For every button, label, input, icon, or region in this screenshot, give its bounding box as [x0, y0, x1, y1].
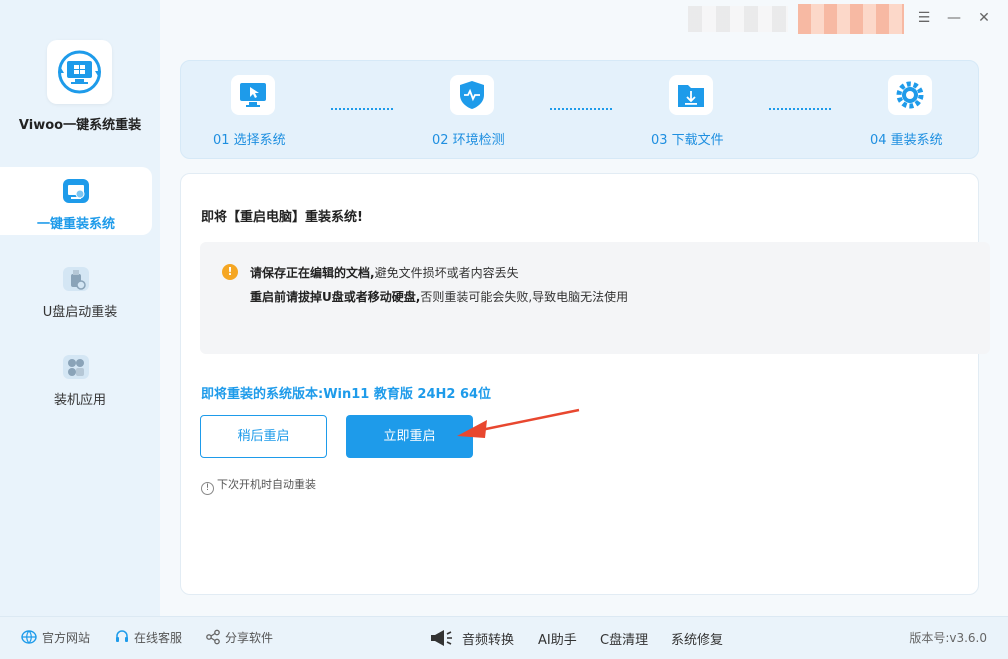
- footer-link-label: 分享软件: [225, 631, 274, 645]
- gear-icon: [888, 75, 932, 115]
- select-system-icon: [231, 75, 275, 115]
- sidebar-item-usb-reinstall[interactable]: U盘启动重装: [0, 255, 160, 323]
- version-number: 版本号:v3.6.0: [909, 631, 987, 645]
- progress-steps: 01 选择系统 02 环境检测 03 下载文件 04 重装系统: [180, 60, 979, 159]
- target-version-value: Win11 教育版 24H2 64位: [323, 387, 492, 402]
- step-connector: [769, 108, 831, 110]
- menu-icon[interactable]: ☰: [912, 6, 936, 30]
- footer-tool-audio-convert[interactable]: 音频转换: [462, 629, 514, 648]
- download-folder-icon: [669, 75, 713, 115]
- notice-line-2-bold: 重启前请拔掉U盘或者移动硬盘,: [250, 290, 421, 304]
- account-badge-redacted: [798, 4, 904, 34]
- sidebar: Viwoo一键系统重装 一键重装系统 U盘启动重装 装机应用: [0, 0, 160, 616]
- footer-bar: 官方网站 在线客服 分享软件 音频转换 AI助手 C盘清理 系统修复 版本号:v…: [0, 616, 1008, 659]
- step-select-system: 01 选择系统: [209, 61, 329, 160]
- sidebar-item-label: U盘启动重装: [42, 305, 118, 320]
- megaphone-icon: [428, 628, 454, 652]
- footer-link-share[interactable]: 分享软件: [205, 629, 273, 648]
- monitor-reinstall-icon: [62, 177, 90, 205]
- step-download-files: 03 下载文件: [647, 61, 767, 160]
- target-version-prefix: 即将重装的系统版本:: [201, 387, 324, 402]
- footer-link-label: 在线客服: [134, 631, 183, 645]
- footer-tool-disk-cleanup[interactable]: C盘清理: [600, 629, 648, 648]
- auto-reinstall-text: 下次开机时自动重装: [217, 478, 316, 491]
- notice-line-2-rest: 否则重装可能会失败,导致电脑无法使用: [420, 290, 629, 304]
- step-reinstall-system: 04 重装系统: [866, 61, 986, 160]
- warning-icon: !: [222, 264, 238, 280]
- reboot-card: 即将【重启电脑】重装系统! ! 请保存正在编辑的文档,避免文件损坏或者内容丢失 …: [180, 173, 990, 595]
- step-label: 04 重装系统: [870, 133, 943, 148]
- footer-tool-ai-assistant[interactable]: AI助手: [538, 629, 577, 648]
- warning-notice: ! 请保存正在编辑的文档,避免文件损坏或者内容丢失 重启前请拔掉U盘或者移动硬盘…: [200, 242, 990, 354]
- info-icon: !: [201, 482, 214, 495]
- sidebar-item-apps[interactable]: 装机应用: [0, 343, 160, 411]
- sidebar-item-one-click-reinstall[interactable]: 一键重装系统: [0, 167, 152, 235]
- app-logo: [47, 40, 112, 104]
- target-version: 即将重装的系统版本:Win11 教育版 24H2 64位: [201, 383, 491, 402]
- notice-line-1-rest: 避免文件损坏或者内容丢失: [374, 266, 519, 280]
- user-info-redacted: [688, 6, 788, 32]
- usb-drive-icon: [62, 265, 90, 293]
- globe-icon: [20, 629, 38, 648]
- headset-icon: [114, 629, 130, 648]
- step-connector: [550, 108, 612, 110]
- sidebar-item-label: 一键重装系统: [36, 217, 115, 232]
- footer-link-official-site[interactable]: 官方网站: [20, 629, 90, 648]
- share-icon: [205, 629, 221, 648]
- notice-line-2: 重启前请拔掉U盘或者移动硬盘,否则重装可能会失败,导致电脑无法使用: [250, 288, 628, 305]
- footer-tool-system-repair[interactable]: 系统修复: [671, 629, 723, 648]
- shield-check-icon: [450, 75, 494, 115]
- step-connector: [331, 108, 393, 110]
- auto-reinstall-note: ! 下次开机时自动重装: [201, 476, 316, 495]
- footer-link-label: 官方网站: [42, 631, 91, 645]
- notice-line-1: 请保存正在编辑的文档,避免文件损坏或者内容丢失: [250, 264, 519, 281]
- step-label: 03 下载文件: [651, 133, 724, 148]
- step-label: 02 环境检测: [432, 133, 505, 148]
- app-title: Viwoo一键系统重装: [18, 118, 142, 133]
- minimize-icon[interactable]: —: [942, 6, 966, 30]
- sidebar-item-label: 装机应用: [53, 393, 106, 408]
- notice-line-1-bold: 请保存正在编辑的文档,: [250, 266, 375, 280]
- page-title: 即将【重启电脑】重装系统!: [201, 210, 363, 225]
- footer-link-online-support[interactable]: 在线客服: [114, 629, 182, 648]
- pointer-arrow-icon: [457, 408, 580, 438]
- step-label: 01 选择系统: [213, 133, 286, 148]
- close-icon[interactable]: ✕: [972, 6, 996, 30]
- apps-grid-icon: [62, 353, 90, 381]
- restart-later-button[interactable]: 稍后重启: [200, 415, 327, 458]
- step-environment-check: 02 环境检测: [428, 61, 548, 160]
